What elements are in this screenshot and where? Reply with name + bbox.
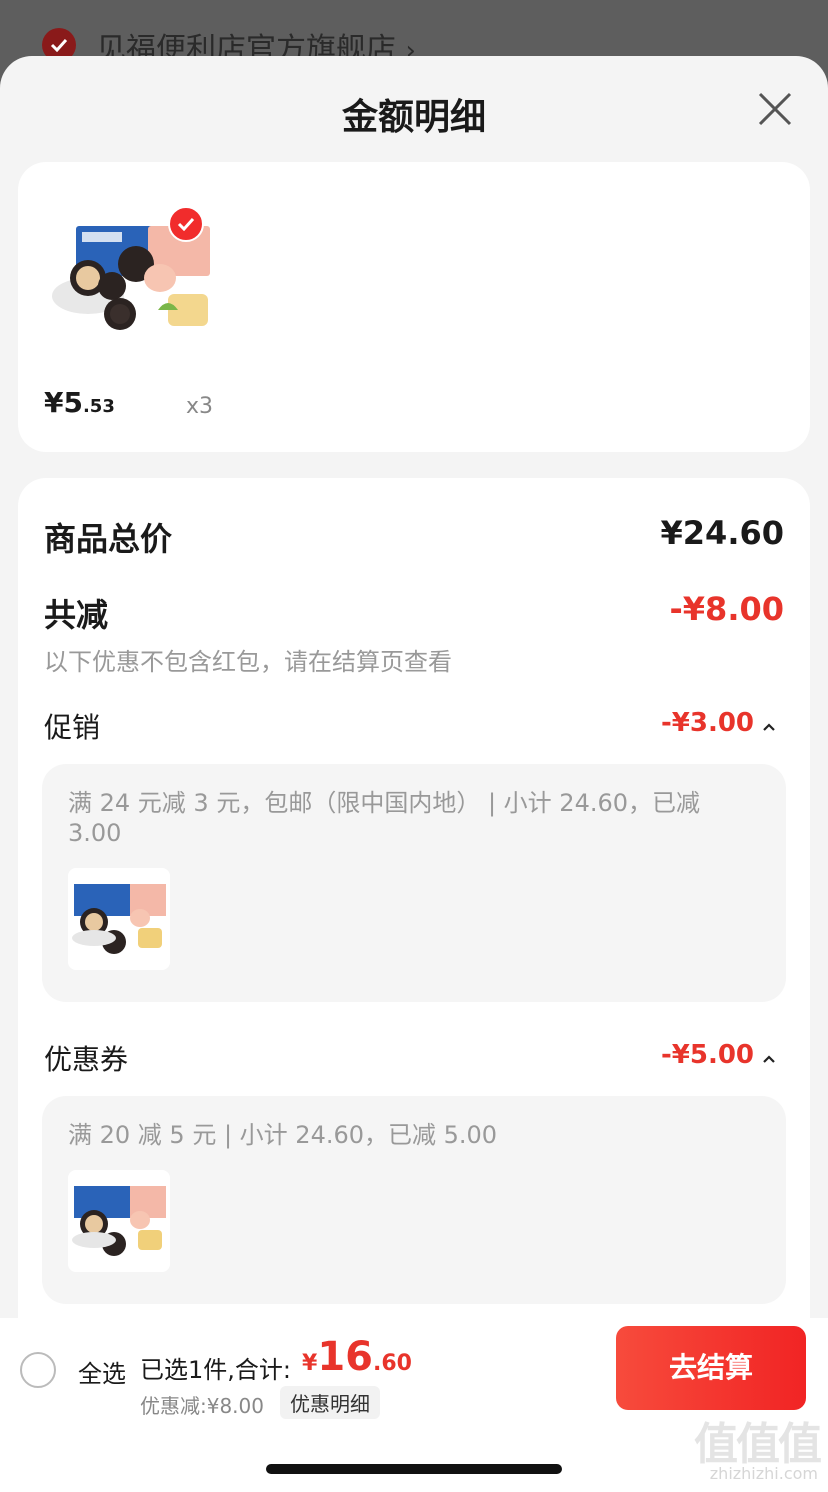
total-price-value: ¥24.60	[660, 514, 784, 552]
promotion-label: 促销	[44, 711, 101, 744]
discount-detail-link[interactable]: 优惠明细	[280, 1386, 380, 1419]
watermark-url: zhizhizhi.com	[709, 1464, 818, 1483]
coupon-label: 优惠券	[44, 1043, 129, 1076]
product-price: ¥5.53	[44, 386, 115, 419]
checkout-button[interactable]: 去结算	[616, 1326, 806, 1410]
product-card: ¥5.53 x3	[18, 162, 810, 452]
coupon-product-thumb	[68, 1170, 170, 1272]
close-icon[interactable]	[752, 86, 798, 132]
discount-summary: 优惠减:¥8.00	[140, 1394, 264, 1418]
total-reduce-value: -¥8.00	[669, 590, 785, 628]
coupon-detail-box: 满 20 减 5 元 | 小计 24.60，已减 5.00	[42, 1096, 786, 1304]
home-indicator-area: 值值值 zhizhizhi.com	[0, 1419, 828, 1492]
total-price-label: 商品总价	[44, 520, 173, 558]
chevron-up-icon	[762, 1041, 776, 1071]
promotion-detail-box: 满 24 元减 3 元，包邮（限中国内地） | 小计 24.60，已减 3.00	[42, 764, 786, 1002]
coupon-toggle[interactable]: -¥5.00	[661, 1040, 776, 1071]
selected-count-text: 已选1件,合计:	[140, 1356, 291, 1384]
total-amount: ¥16.60	[302, 1334, 412, 1380]
watermark-glyphs: 值值值	[694, 1419, 822, 1470]
total-reduce-label: 共减	[44, 596, 109, 634]
coupon-value: -¥5.00	[660, 1040, 754, 1070]
product-selected-check-icon[interactable]	[168, 206, 204, 242]
chevron-up-icon	[762, 709, 776, 739]
home-indicator[interactable]	[266, 1464, 562, 1474]
select-all-checkbox[interactable]	[20, 1352, 56, 1388]
product-quantity: x3	[186, 394, 214, 419]
discount-note: 以下优惠不包含红包，请在结算页查看	[44, 648, 452, 676]
checkout-bar: 全选 已选1件,合计: ¥16.60 优惠减:¥8.00 优惠明细 去结算	[0, 1318, 828, 1420]
price-detail-card: 商品总价 ¥24.60 共减 -¥8.00 以下优惠不包含红包，请在结算页查看 …	[18, 478, 810, 1378]
coupon-detail-text: 满 20 减 5 元 | 小计 24.60，已减 5.00	[68, 1121, 498, 1149]
sheet-title: 金额明细	[341, 97, 486, 138]
promotion-product-thumb	[68, 868, 170, 970]
promotion-value: -¥3.00	[660, 708, 754, 738]
select-all-label[interactable]: 全选	[78, 1354, 126, 1389]
amount-detail-sheet: 金额明细 ¥5.53 x3 商品总价 ¥24.60 共减 -¥8.00 以下优惠…	[0, 56, 828, 1492]
watermark: 值值值 zhizhizhi.com	[676, 1419, 826, 1492]
promotion-toggle[interactable]: -¥3.00	[661, 708, 776, 739]
promotion-detail-text: 满 24 元减 3 元，包邮（限中国内地） | 小计 24.60，已减 3.00	[68, 789, 701, 847]
